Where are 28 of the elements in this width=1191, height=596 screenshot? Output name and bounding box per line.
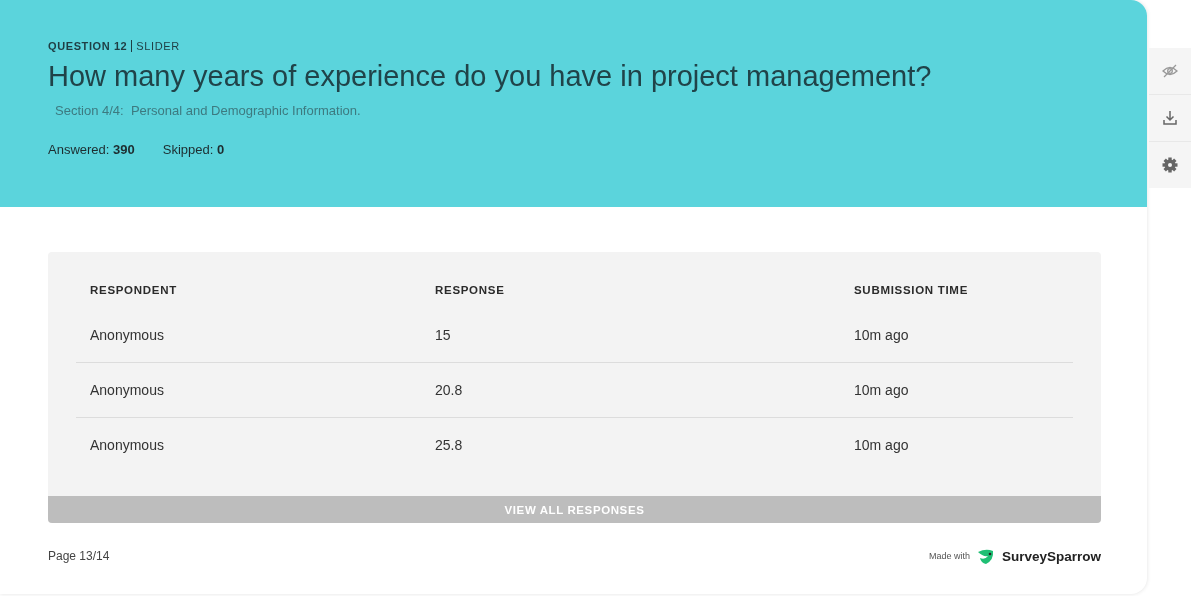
- download-icon: [1161, 109, 1179, 127]
- question-type: SLIDER: [136, 40, 180, 52]
- download-button[interactable]: [1149, 95, 1191, 141]
- table-cell-text: 10m ago: [854, 436, 910, 455]
- settings-icon: [1161, 156, 1179, 174]
- settings-button[interactable]: [1149, 142, 1191, 188]
- hide-button[interactable]: [1149, 48, 1191, 94]
- table-cell-text: Anonymous: [90, 436, 165, 455]
- hide-icon: [1161, 62, 1179, 80]
- skipped-count: Skipped: 0: [162, 142, 225, 157]
- column-header: RESPONSE: [435, 284, 506, 298]
- table-cell-text: Anonymous: [90, 326, 165, 345]
- table-cell-text: 10m ago: [854, 326, 910, 345]
- brand-name: SurveySparrow: [1001, 548, 1101, 564]
- question-title: How many years of experience do you have in project management?: [48, 60, 933, 93]
- view-all-button[interactable]: VIEW ALL RESPONSES: [48, 496, 1101, 523]
- column-header: RESPONDENT: [90, 284, 178, 298]
- answered-count: Answered: 390: [48, 142, 135, 157]
- made-with-label: Made with: [928, 551, 970, 561]
- table-cell-text: 20.8: [435, 381, 464, 400]
- column-header: SUBMISSION TIME: [854, 284, 969, 298]
- table-cell-text: 25.8: [435, 436, 464, 455]
- section-label: Section 4/4: Personal and Demographic Information.: [55, 103, 362, 118]
- table-cell-text: 10m ago: [854, 381, 910, 400]
- table-cell-text: 15: [435, 326, 452, 345]
- question-number: QUESTION 12: [48, 40, 128, 52]
- page-number: Page 13/14: [48, 549, 110, 563]
- table-cell-text: Anonymous: [90, 381, 165, 400]
